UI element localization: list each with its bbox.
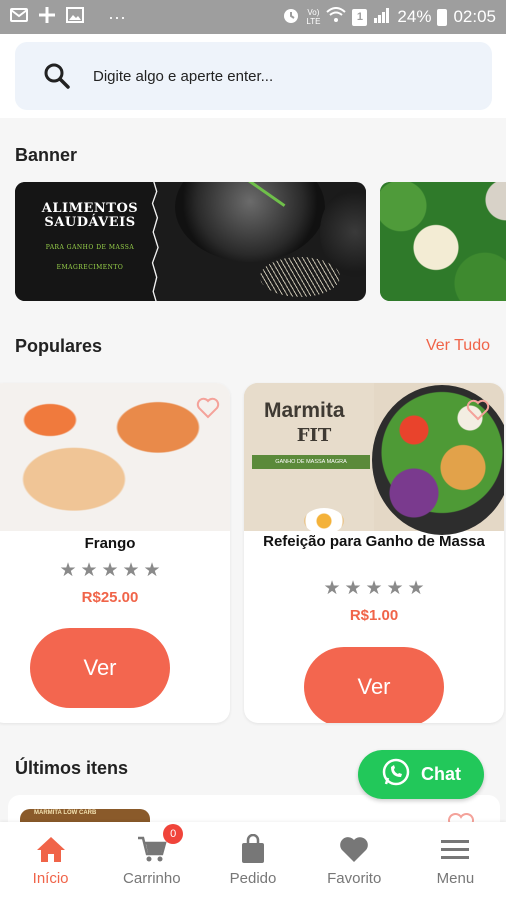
- search-input[interactable]: Digite algo e aperte enter...: [93, 68, 273, 85]
- menu-icon: [438, 834, 472, 864]
- banner-section-title: Banner: [15, 145, 78, 165]
- banner-plate-image: [175, 182, 325, 262]
- banner-line-2: EMAGRECIMENTO: [56, 264, 124, 271]
- product-price: R$1.00: [349, 607, 399, 624]
- nav-label-menu: Menu: [436, 870, 475, 887]
- wifi-icon: [326, 6, 347, 28]
- favorite-heart-icon[interactable]: [196, 397, 220, 419]
- egg-image: [304, 508, 344, 534]
- star-icon: ★: [101, 559, 119, 581]
- star-icon: ★: [80, 559, 98, 581]
- heart-icon: [337, 834, 371, 864]
- status-bar: ··· Vo) LTE 1 24% 02:05: [0, 0, 506, 34]
- product-image-subtitle: FIT: [296, 425, 332, 446]
- favorite-heart-icon[interactable]: [466, 399, 490, 421]
- cart-badge: 0: [163, 824, 184, 844]
- rating-stars: ★ ★ ★ ★ ★: [0, 561, 230, 580]
- bag-icon: [236, 834, 270, 864]
- nav-label-orders: Pedido: [229, 870, 277, 887]
- view-product-button[interactable]: Ver: [304, 647, 444, 723]
- banner-card[interactable]: ALIMENTOS SAUDÁVEIS PARA GANHO DE MASSA …: [15, 182, 366, 301]
- nav-label-cart: Carrinho: [123, 870, 181, 887]
- see-all-link[interactable]: Ver Tudo: [426, 337, 490, 355]
- popular-section-title: Populares: [15, 336, 103, 356]
- more-dots: ···: [108, 6, 126, 27]
- star-icon: ★: [323, 577, 341, 599]
- product-card[interactable]: Frango ★ ★ ★ ★ ★ R$25.00 Ver: [0, 383, 230, 723]
- clock-time: 02:05: [453, 7, 496, 26]
- chat-label: Chat: [421, 764, 461, 784]
- bottom-navigation: Início 0 Carrinho Pedido Favorito Menu: [0, 822, 506, 900]
- sim-icon: 1: [352, 8, 368, 26]
- product-name: Frango: [84, 535, 136, 552]
- cross-icon: [38, 6, 56, 29]
- view-product-button[interactable]: Ver: [30, 628, 170, 708]
- signal-icon: [373, 7, 391, 28]
- nav-label-favorites: Favorito: [327, 870, 382, 887]
- banner-salad-image: [380, 182, 506, 301]
- star-icon: ★: [365, 577, 383, 599]
- product-image: Marmita FIT GANHO DE MASSA MAGRA: [244, 383, 504, 535]
- home-icon: [34, 834, 68, 864]
- search-bar[interactable]: Digite algo e aperte enter...: [15, 42, 492, 110]
- nav-label-home: Início: [32, 870, 69, 887]
- banner-noodle-image: [260, 257, 340, 297]
- last-items-section-title: Últimos itens: [15, 758, 129, 778]
- banner-title: ALIMENTOS SAUDÁVEIS: [41, 201, 139, 230]
- banner-text-panel: [15, 182, 155, 301]
- alarm-icon: [282, 6, 300, 29]
- star-icon: ★: [386, 577, 404, 599]
- product-image-title: Marmita: [264, 399, 345, 422]
- nav-item-menu[interactable]: Menu: [405, 822, 506, 900]
- whatsapp-icon: [381, 757, 411, 792]
- search-area: Digite algo e aperte enter...: [0, 34, 506, 118]
- last-item-image-text: MARMITA LOW CARB: [34, 810, 97, 816]
- battery-icon: [437, 8, 448, 26]
- product-name: Refeição para Ganho de Massa: [263, 533, 485, 550]
- whatsapp-chat-button[interactable]: Chat: [358, 750, 484, 799]
- star-icon: ★: [122, 559, 140, 581]
- nav-item-favorites[interactable]: Favorito: [304, 822, 405, 900]
- star-icon: ★: [407, 577, 425, 599]
- product-price: R$25.00: [81, 589, 139, 606]
- star-icon: ★: [59, 559, 77, 581]
- volte-indicator: Vo) LTE: [306, 8, 321, 26]
- image-icon: [66, 6, 84, 28]
- battery-percent: 24%: [397, 7, 432, 26]
- search-icon[interactable]: [37, 56, 77, 96]
- banner-card[interactable]: [380, 182, 506, 301]
- status-right: Vo) LTE 1 24% 02:05: [282, 6, 496, 29]
- star-icon: ★: [143, 559, 161, 581]
- nav-item-cart[interactable]: 0 Carrinho: [101, 822, 202, 900]
- status-left: ···: [10, 6, 126, 29]
- mail-icon: [10, 7, 28, 27]
- nav-item-home[interactable]: Início: [0, 822, 101, 900]
- nav-item-orders[interactable]: Pedido: [202, 822, 303, 900]
- star-icon: ★: [344, 577, 362, 599]
- product-card[interactable]: Marmita FIT GANHO DE MASSA MAGRA Refeiçã…: [244, 383, 504, 723]
- product-image-ribbon: GANHO DE MASSA MAGRA: [252, 455, 370, 469]
- banner-line-1: PARA GANHO DE MASSA: [45, 244, 135, 251]
- rating-stars: ★ ★ ★ ★ ★: [244, 579, 504, 598]
